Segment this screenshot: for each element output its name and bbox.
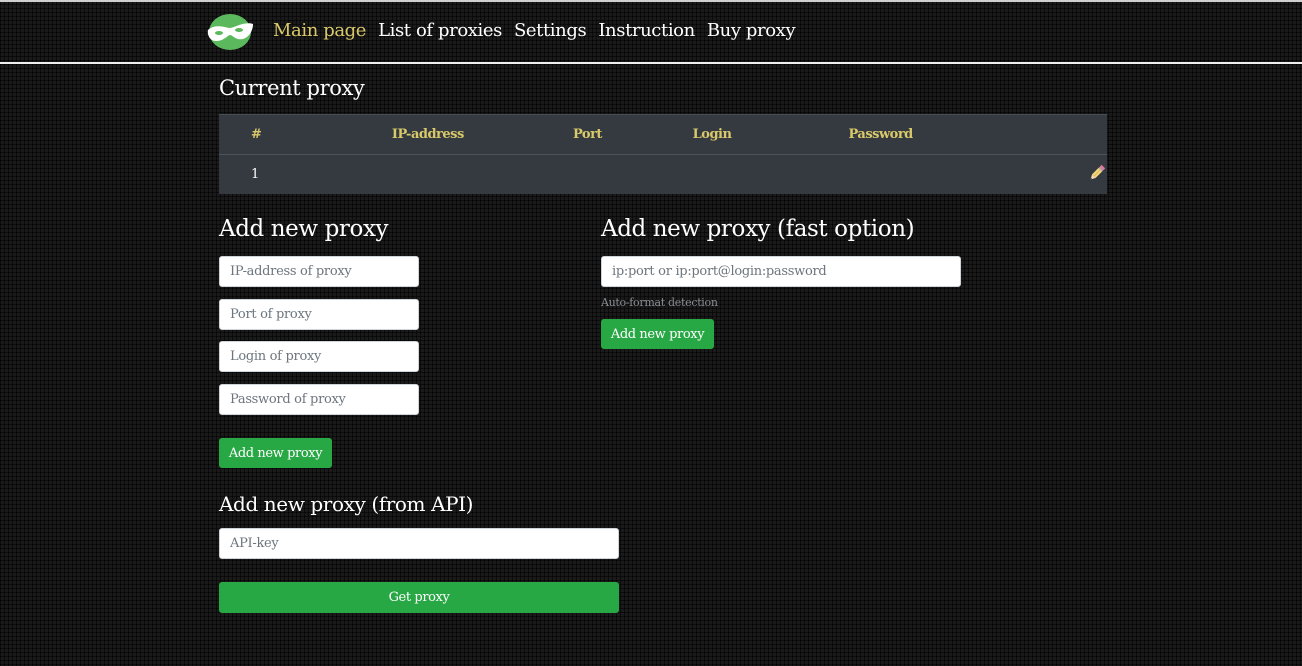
fast-option-title: Add new proxy (fast option) bbox=[601, 216, 915, 242]
pencil-icon[interactable] bbox=[1087, 163, 1107, 183]
navbar: Main page List of proxies Settings Instr… bbox=[0, 2, 1302, 62]
login-input[interactable] bbox=[219, 341, 419, 372]
mask-logo-icon[interactable] bbox=[206, 13, 254, 51]
auto-format-hint: Auto-format detection bbox=[601, 296, 718, 309]
cell-login bbox=[693, 155, 849, 195]
column-header-actions bbox=[1021, 114, 1107, 155]
ip-address-input[interactable] bbox=[219, 256, 419, 287]
port-input[interactable] bbox=[219, 299, 419, 330]
column-header-number: # bbox=[219, 114, 392, 155]
fast-proxy-input[interactable] bbox=[601, 256, 961, 287]
nav-buy-proxy[interactable]: Buy proxy bbox=[707, 20, 796, 41]
add-proxy-fast-button[interactable]: Add new proxy bbox=[601, 319, 714, 349]
cell-port bbox=[573, 155, 693, 195]
column-header-password: Password bbox=[848, 114, 1021, 155]
cell-password bbox=[848, 155, 1021, 195]
api-key-input[interactable] bbox=[219, 528, 619, 559]
password-input[interactable] bbox=[219, 384, 419, 415]
table-row: 1 bbox=[219, 155, 1107, 195]
current-proxy-table: # IP-address Port Login Password 1 bbox=[219, 114, 1107, 194]
column-header-login: Login bbox=[692, 114, 849, 155]
column-header-ip: IP-address bbox=[391, 114, 573, 155]
nav-menu: Main page List of proxies Settings Instr… bbox=[273, 20, 807, 41]
add-proxy-button[interactable]: Add new proxy bbox=[219, 438, 332, 468]
column-header-port: Port bbox=[572, 114, 693, 155]
current-proxy-title: Current proxy bbox=[219, 76, 365, 100]
add-proxy-title: Add new proxy bbox=[219, 216, 389, 242]
navbar-divider bbox=[0, 62, 1302, 64]
nav-settings[interactable]: Settings bbox=[514, 20, 587, 41]
nav-instruction[interactable]: Instruction bbox=[598, 20, 695, 41]
get-proxy-button[interactable]: Get proxy bbox=[219, 582, 619, 613]
cell-actions bbox=[1021, 155, 1107, 195]
cell-number: 1 bbox=[251, 167, 260, 182]
nav-list-of-proxies[interactable]: List of proxies bbox=[378, 20, 502, 41]
api-option-title: Add new proxy (from API) bbox=[219, 492, 474, 516]
cell-ip bbox=[392, 155, 573, 195]
table-header-row: # IP-address Port Login Password bbox=[219, 114, 1107, 155]
nav-main-page[interactable]: Main page bbox=[273, 20, 366, 41]
